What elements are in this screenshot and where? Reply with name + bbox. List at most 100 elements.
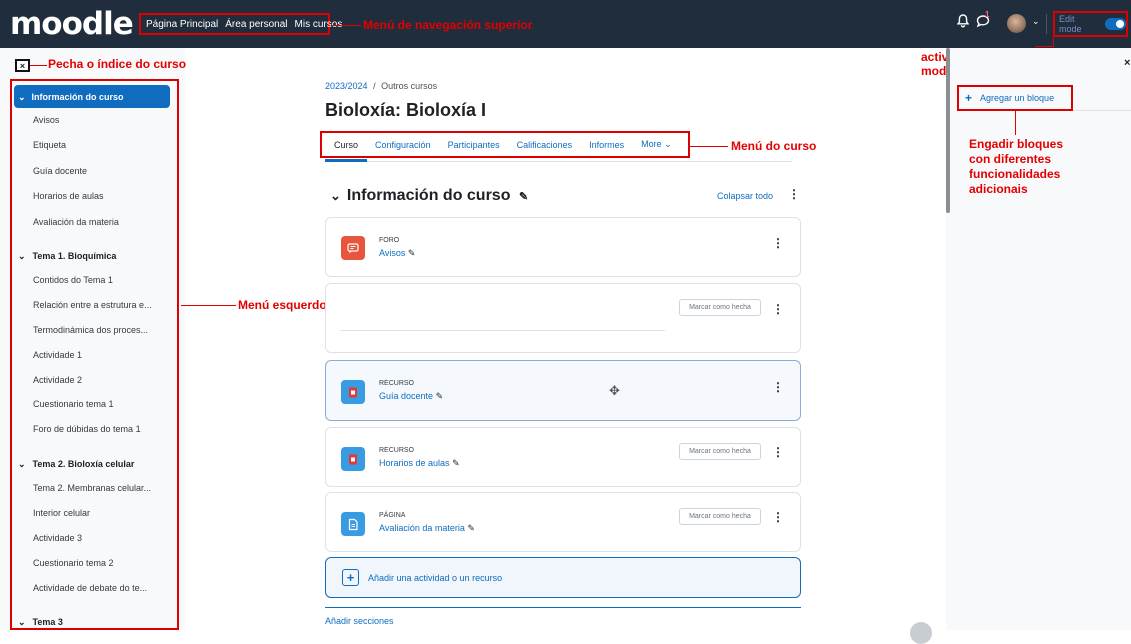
activity-menu-icon[interactable]: ⋮ [772, 236, 784, 250]
plus-icon: + [342, 569, 359, 586]
annotation-course-menu: Menú do curso [731, 139, 817, 153]
top-navbar: moodle Página Principal Área personal Mi… [0, 0, 1131, 48]
course-index-item[interactable]: Interior celular [33, 508, 90, 518]
tab-reports[interactable]: Informes [589, 140, 624, 150]
activity-menu-icon[interactable]: ⋮ [772, 380, 784, 394]
move-icon[interactable]: ✥ [609, 383, 620, 399]
course-index-item[interactable]: Avaliación da materia [33, 217, 119, 227]
breadcrumb: 2023/2024 / Outros cursos [325, 81, 437, 91]
mark-done-button[interactable]: Marcar como hecha [679, 508, 761, 525]
tab-course[interactable]: Curso [334, 140, 358, 150]
course-index-section-tema2[interactable]: ⌄ Tema 2. Bioloxía celular [18, 459, 134, 470]
course-index-item[interactable]: Relación entre a estrutura e... [33, 300, 152, 310]
mark-done-button[interactable]: Marcar como hecha [679, 299, 761, 316]
course-index-item[interactable]: Actividade de debate do te... [33, 583, 147, 593]
course-index-item[interactable]: Actividade 3 [33, 533, 82, 543]
course-index-item[interactable]: Horarios de aulas [33, 191, 104, 201]
course-tabs: Curso Configuración Participantes Califi… [320, 131, 690, 158]
activity-menu-icon[interactable]: ⋮ [772, 445, 784, 459]
activity-name-link[interactable]: Horarios de aulas ✎ [379, 458, 460, 469]
tab-participants[interactable]: Participantes [448, 140, 500, 150]
course-index-item[interactable]: Contidos do Tema 1 [33, 275, 113, 285]
add-activity-label: Añadir una actividad o un recurso [368, 573, 503, 583]
activity-type: RECURSO [379, 380, 415, 387]
pencil-icon[interactable]: ✎ [436, 391, 444, 401]
toggle-switch-icon[interactable] [1104, 18, 1126, 30]
label-divider [340, 330, 665, 331]
close-course-index-button[interactable]: × [15, 59, 30, 72]
course-index-item[interactable]: Guía docente [33, 166, 87, 176]
plus-icon: + [965, 91, 973, 105]
tab-grades[interactable]: Calificaciones [517, 140, 573, 150]
course-index-item[interactable]: Termodinámica dos proces... [33, 325, 148, 335]
section-heading-text: Información do curso [346, 187, 511, 204]
user-avatar[interactable] [1007, 14, 1026, 33]
add-block-button[interactable]: + Agregar un bloque [957, 85, 1073, 111]
pencil-icon[interactable]: ✎ [467, 523, 475, 533]
breadcrumb-separator: / [373, 81, 376, 91]
tab-more[interactable]: More ⌄ [641, 139, 672, 150]
course-index-item[interactable]: Tema 2. Membranas celular... [33, 483, 151, 493]
breadcrumb-category[interactable]: Outros cursos [381, 81, 437, 91]
section-menu-icon[interactable]: ⋮ [788, 187, 800, 201]
section-title: Información do curso [31, 92, 124, 102]
course-index-section-tema1[interactable]: ⌄ Tema 1. Bioquímica [18, 251, 116, 262]
activity-card-evaluation: PÁGINA Avaliación da materia ✎ Marcar co… [325, 492, 801, 552]
section-title: Tema 3 [32, 617, 63, 627]
pdf-icon [341, 447, 365, 471]
tab-settings[interactable]: Configuración [375, 140, 431, 150]
footer-help-button[interactable] [910, 622, 932, 644]
nav-link-my-courses[interactable]: Mis cursos [295, 19, 343, 30]
collapse-all-link[interactable]: Colapsar todo [717, 191, 773, 201]
bell-icon[interactable] [956, 14, 970, 31]
course-index-section-tema3[interactable]: ⌄ Tema 3 [18, 617, 63, 628]
annotation-line [30, 65, 47, 66]
activity-menu-icon[interactable]: ⋮ [772, 302, 784, 316]
edit-mode-toggle[interactable]: Edit mode [1053, 11, 1128, 37]
section-heading: ⌄ Información do curso ✎ [330, 187, 528, 205]
close-drawer-icon[interactable]: × [1124, 57, 1130, 69]
site-logo[interactable]: moodle [10, 6, 134, 42]
mark-done-button[interactable]: Marcar como hecha [679, 443, 761, 460]
activity-menu-icon[interactable]: ⋮ [772, 510, 784, 524]
breadcrumb-year-link[interactable]: 2023/2024 [325, 81, 368, 91]
add-block-label: Agregar un bloque [980, 93, 1055, 103]
nav-link-dashboard[interactable]: Área personal [225, 19, 287, 30]
chevron-down-icon: ⌄ [18, 617, 26, 627]
block-divider [1073, 110, 1131, 111]
chevron-down-icon: ⌄ [18, 92, 26, 102]
course-index-item[interactable]: Actividade 1 [33, 350, 82, 360]
chevron-down-icon[interactable]: ⌄ [330, 188, 341, 203]
block-drawer [946, 48, 1131, 630]
scrollbar[interactable] [946, 48, 950, 213]
nav-link-home[interactable]: Página Principal [146, 19, 218, 30]
page-title: Bioloxía: Bioloxía I [325, 100, 487, 120]
tabs-underline [325, 161, 792, 162]
annotation-close-index: Pecha o índice do curso [48, 57, 187, 71]
add-sections-link[interactable]: Añadir secciones [325, 616, 394, 626]
course-index-item[interactable]: Cuestionario tema 1 [33, 399, 114, 409]
activity-card-guide: RECURSO Guía docente ✎ ✥ ⋮ [325, 360, 801, 421]
pencil-icon[interactable]: ✎ [408, 248, 416, 258]
notification-badge: 1 [985, 10, 990, 19]
activity-name-link[interactable]: Avisos ✎ [379, 248, 415, 259]
activity-type: FORO [379, 237, 400, 244]
pencil-icon[interactable]: ✎ [452, 458, 460, 468]
add-activity-button[interactable]: + Añadir una actividad o un recurso [325, 557, 801, 598]
course-index-section-info[interactable]: ⌄ Información do curso [14, 85, 170, 108]
annotation-line [1015, 111, 1016, 135]
annotation-line [331, 25, 361, 26]
course-index-item[interactable]: Actividade 2 [33, 375, 82, 385]
annotation-add-blocks-3: funcionalidades [969, 167, 1061, 181]
course-index-item[interactable]: Cuestionario tema 2 [33, 558, 114, 568]
course-index-item[interactable]: Foro de dúbidas do tema 1 [33, 424, 141, 434]
course-index-item[interactable]: Avisos [33, 115, 59, 125]
annotation-add-blocks-2: con diferentes [969, 152, 1052, 166]
activity-type: PÁGINA [379, 512, 406, 519]
chevron-down-icon[interactable]: ⌄ [1032, 16, 1040, 27]
course-index-item[interactable]: Etiqueta [33, 140, 66, 150]
activity-name-link[interactable]: Guía docente ✎ [379, 391, 443, 402]
forum-icon [341, 236, 365, 260]
pencil-icon[interactable]: ✎ [519, 191, 528, 203]
activity-name-link[interactable]: Avaliación da materia ✎ [379, 523, 475, 534]
